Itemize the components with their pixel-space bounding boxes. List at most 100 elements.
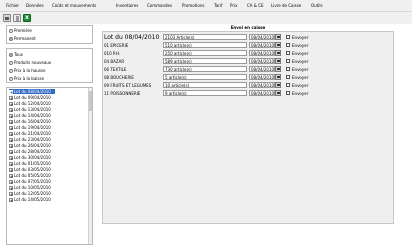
expand-icon[interactable]: + (9, 138, 13, 143)
lot-date-field[interactable]: 08/04/2010 (249, 34, 275, 40)
radio-button[interactable] (9, 61, 13, 65)
calendar-icon[interactable] (275, 74, 281, 80)
expand-icon[interactable]: + (9, 198, 13, 203)
expand-icon[interactable]: + (9, 180, 13, 185)
menu-livre-de-caisse[interactable]: Livre de Caisse (271, 4, 301, 8)
calendar-icon[interactable] (275, 66, 281, 72)
radio-prix-baisse[interactable]: Prix à la baisse (9, 76, 44, 82)
send-label: Envoyer (292, 83, 309, 88)
tree-item-lot[interactable]: +Lot du 07/05/2010 (9, 179, 51, 185)
date-field[interactable]: 08/04/2010 (249, 74, 275, 80)
scroll-thumb[interactable] (89, 91, 92, 111)
tree-item-lot[interactable]: +Lot du 05/05/2010 (9, 173, 51, 179)
radio-button[interactable] (9, 69, 13, 73)
menu-ca-ce[interactable]: CA & CE (247, 4, 264, 8)
expand-icon[interactable]: + (9, 192, 13, 197)
panel-title: Envoi en caisse (230, 25, 266, 30)
menu-fichier[interactable]: Fichier (6, 4, 19, 8)
expand-icon[interactable]: + (9, 156, 13, 161)
calendar-icon[interactable] (275, 50, 281, 56)
tree-item-lot[interactable]: +Lot du 30/04/2010 (9, 155, 51, 161)
menu-promotions[interactable]: Promotions (182, 4, 204, 8)
radio-permanent[interactable]: Permanent (9, 36, 36, 42)
tree-item-lot[interactable]: +Lot du 01/05/2010 (9, 161, 51, 167)
tree-item-lot[interactable]: +Lot du 10/05/2010 (9, 185, 51, 191)
menu-outils[interactable]: Outils (311, 4, 323, 8)
menu-tarif[interactable]: Tarif (214, 4, 222, 8)
date-field[interactable]: 08/04/2010 (249, 42, 275, 48)
menu-inventaires[interactable]: Inventaires (116, 4, 138, 8)
excel-icon[interactable] (23, 14, 31, 22)
expand-icon[interactable]: + (9, 120, 13, 125)
radio-produits-nouveaux[interactable]: Produits nouveaux (9, 60, 51, 66)
calendar-icon[interactable] (275, 90, 281, 96)
expand-icon[interactable]: + (9, 102, 13, 107)
department-row: 09 FRUITS ET LEGUMES 10 article(s) 08/04… (103, 82, 393, 89)
tree-item-lot[interactable]: +Lot du 16/04/2010 (9, 119, 51, 125)
radio-tous[interactable]: Tous (9, 52, 23, 58)
print-icon[interactable] (3, 14, 11, 22)
radio-button[interactable] (9, 29, 13, 33)
expand-icon[interactable]: + (9, 126, 13, 131)
expand-icon[interactable]: + (9, 150, 13, 155)
expand-icon[interactable]: + (9, 186, 13, 191)
expand-icon[interactable]: + (9, 168, 13, 173)
tree-item-lot[interactable]: +Lot du 19/04/2010 (9, 125, 51, 131)
tree-item-lot[interactable]: +Lot du 26/04/2010 (9, 143, 51, 149)
send-checkbox[interactable] (286, 43, 290, 47)
menu-donnees[interactable]: Données (26, 4, 44, 8)
tree-item-lot[interactable]: +Lot du 23/04/2010 (9, 137, 51, 143)
expand-icon[interactable]: + (9, 90, 13, 95)
department-name: 11 POISSONNERIE (104, 91, 141, 96)
envoi-caisse-panel: Envoi en caisse Lot du 08/04/2010 2103 A… (102, 24, 394, 224)
calendar-icon[interactable] (275, 82, 281, 88)
date-field[interactable]: 08/04/2010 (249, 66, 275, 72)
menu-prix[interactable]: Prix (230, 4, 237, 8)
tree-scrollbar[interactable] (88, 88, 92, 244)
send-checkbox[interactable] (286, 83, 290, 87)
date-field[interactable]: 08/04/2010 (249, 90, 275, 96)
tree-item-lot[interactable]: +Lot du 09/04/2010 (9, 95, 51, 101)
document-icon[interactable] (13, 14, 21, 22)
article-count: 10 article(s) (163, 82, 247, 88)
expand-icon[interactable]: + (9, 114, 13, 119)
date-field[interactable]: 08/04/2010 (249, 58, 275, 64)
tree-item-lot[interactable]: +Lot du 03/05/2010 (9, 167, 51, 173)
send-checkbox[interactable] (286, 59, 290, 63)
tree-item-lot-selected[interactable]: +Lot du 08/04/2010 (9, 89, 55, 95)
send-label: Envoyer (292, 43, 309, 48)
tree-item-lot[interactable]: +Lot du 12/04/2010 (9, 101, 51, 107)
menu-bar: Fichier Données Coûts et mouvements Inve… (0, 0, 412, 12)
tree-item-lot[interactable]: +Lot du 12/05/2010 (9, 191, 51, 197)
expand-icon[interactable]: + (9, 144, 13, 149)
tree-item-lot[interactable]: +Lot du 13/04/2010 (9, 107, 51, 113)
menu-commandes[interactable]: Commandes (147, 4, 172, 8)
tree-item-lot[interactable]: +Lot du 21/04/2010 (9, 131, 51, 137)
expand-icon[interactable]: + (9, 108, 13, 113)
send-checkbox[interactable] (286, 51, 290, 55)
date-field[interactable]: 08/04/2010 (249, 82, 275, 88)
panel-body: Lot du 08/04/2010 2103 Article(s) 08/04/… (102, 31, 394, 224)
calendar-icon[interactable] (275, 42, 281, 48)
send-checkbox[interactable] (286, 91, 290, 95)
tree-item-lot[interactable]: +Lot du 28/04/2010 (9, 149, 51, 155)
radio-button-selected[interactable] (9, 53, 13, 57)
lot-tree: +Lot du 08/04/2010 +Lot du 09/04/2010 +L… (6, 87, 93, 245)
send-checkbox[interactable] (286, 35, 290, 39)
radio-premiere[interactable]: Première (9, 28, 32, 34)
send-checkbox[interactable] (286, 75, 290, 79)
send-checkbox[interactable] (286, 67, 290, 71)
date-field[interactable]: 08/04/2010 (249, 50, 275, 56)
tree-item-lot[interactable]: +Lot du 14/05/2010 (9, 197, 51, 203)
calendar-icon[interactable] (275, 34, 281, 40)
radio-button-selected[interactable] (9, 37, 13, 41)
radio-button[interactable] (9, 77, 13, 81)
expand-icon[interactable]: + (9, 132, 13, 137)
radio-prix-hausse[interactable]: Prix à la hausse (9, 68, 45, 74)
expand-icon[interactable]: + (9, 96, 13, 101)
tree-item-lot[interactable]: +Lot du 14/04/2010 (9, 113, 51, 119)
expand-icon[interactable]: + (9, 174, 13, 179)
expand-icon[interactable]: + (9, 162, 13, 167)
calendar-icon[interactable] (275, 58, 281, 64)
menu-couts-mouvements[interactable]: Coûts et mouvements (52, 4, 96, 8)
